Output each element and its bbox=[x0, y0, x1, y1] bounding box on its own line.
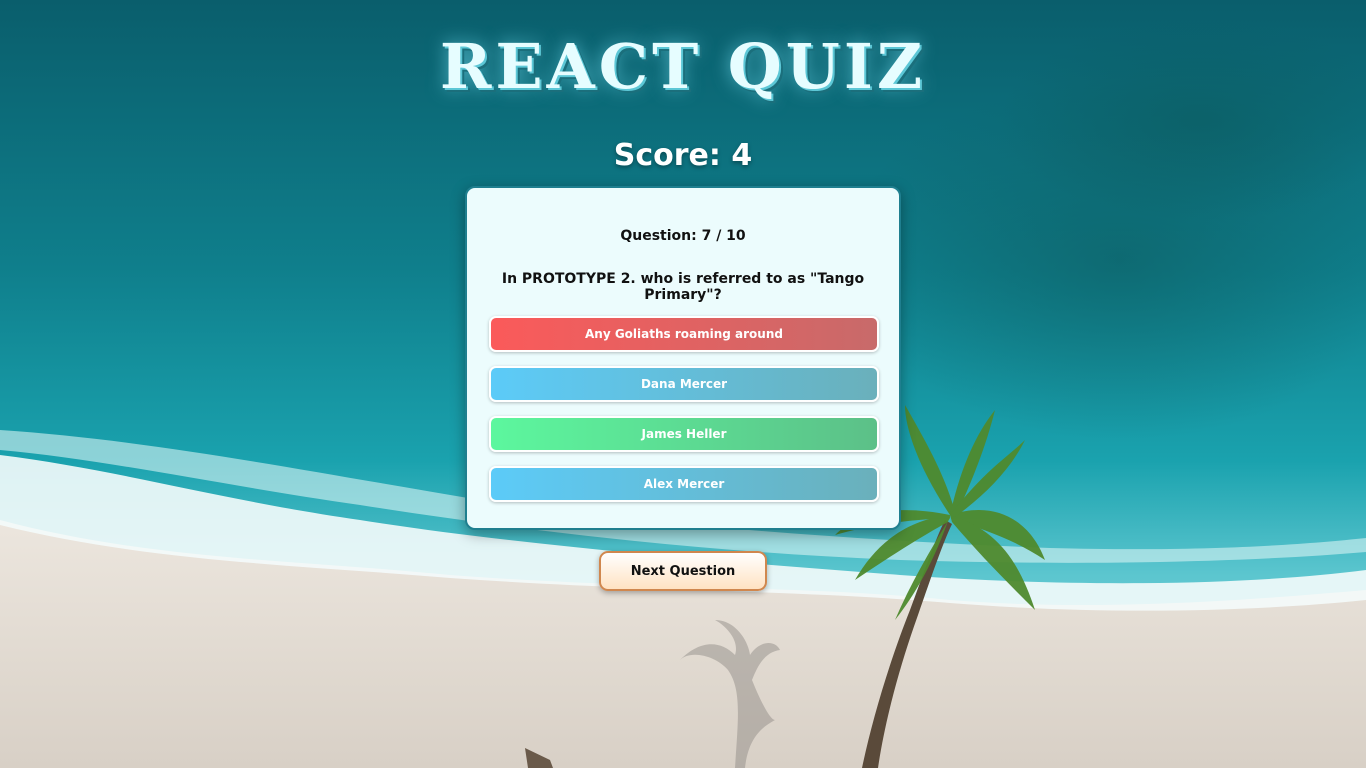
answer-label: Dana Mercer bbox=[640, 377, 728, 391]
answer-label: Alex Mercer bbox=[643, 477, 725, 491]
question-card: Question: 7 / 10 In PROTOTYPE 2. who is … bbox=[465, 186, 901, 530]
answer-label: Any Goliaths roaming around bbox=[585, 327, 783, 341]
app-title: REACT QUIZ bbox=[439, 30, 927, 103]
answer-button-3[interactable]: James Heller bbox=[489, 416, 879, 452]
answer-label: James Heller bbox=[641, 427, 727, 441]
answer-button-1[interactable]: Any Goliaths roaming around bbox=[489, 316, 879, 352]
quiz-app: REACT QUIZ Score: 4 Question: 7 / 10 In … bbox=[0, 0, 1366, 768]
score-display: Score: 4 bbox=[613, 138, 753, 173]
question-counter: Question: 7 / 10 bbox=[620, 228, 746, 244]
answer-button-2[interactable]: Dana Mercer bbox=[489, 366, 879, 402]
answer-button-4[interactable]: Alex Mercer bbox=[489, 466, 879, 502]
next-question-button[interactable]: Next Question bbox=[599, 551, 767, 591]
question-text: In PROTOTYPE 2. who is referred to as "T… bbox=[501, 271, 865, 303]
